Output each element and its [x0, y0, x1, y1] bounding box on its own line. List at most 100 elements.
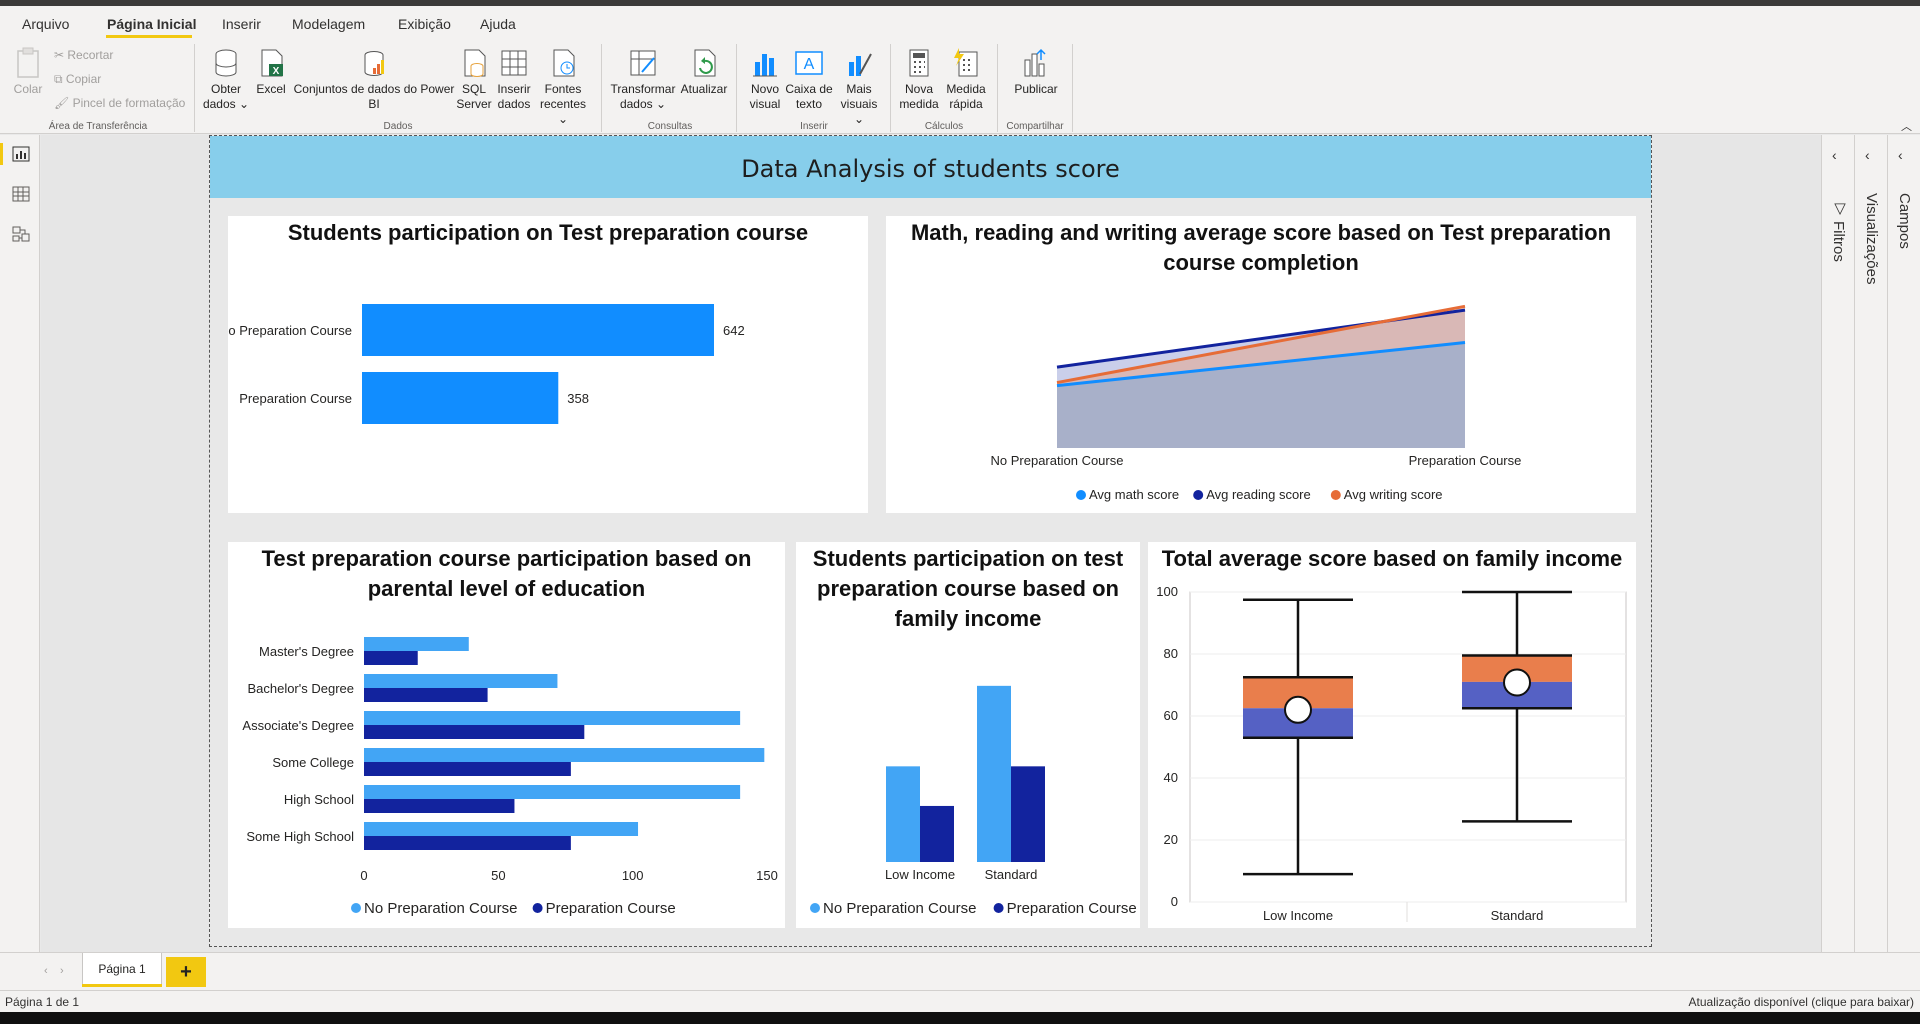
x-tick-label: Preparation Course [1409, 453, 1522, 468]
menu-exibicao[interactable]: Exibição [398, 16, 451, 32]
sql-server-button[interactable]: SQL Server [456, 46, 492, 112]
recent-sources-icon [553, 49, 575, 77]
cut-button[interactable]: ✂ Recortar [54, 48, 113, 62]
menu-ajuda[interactable]: Ajuda [480, 16, 516, 32]
menu-modelagem[interactable]: Modelagem [292, 16, 365, 32]
add-page-button[interactable]: + [166, 957, 206, 987]
more-visuals-button[interactable]: Mais visuais ⌄ [836, 46, 882, 127]
y-tick-label: 80 [1164, 646, 1178, 661]
income-box-plot: 0 20 40 60 80 100 Low Income Standard [1156, 584, 1627, 923]
bar [364, 748, 765, 762]
bar [364, 651, 418, 665]
group-label-queries: Consultas [647, 121, 693, 132]
group-label-clipboard: Área de Transferência [48, 121, 148, 132]
category-label: No Preparation Course [228, 323, 352, 338]
data-view-icon[interactable] [12, 185, 30, 203]
recent-sources-button[interactable]: Fontes recentes ⌄ [534, 46, 592, 127]
visual-income-boxplot[interactable]: Total average score based on family inco… [1148, 542, 1636, 928]
report-title: Data Analysis of students score [741, 155, 1120, 183]
quick-measure-icon [954, 48, 978, 77]
mean-marker [1503, 668, 1531, 697]
chevron-left-icon[interactable]: ‹ [44, 965, 48, 977]
get-data-button[interactable]: Obter dados ⌄ [202, 46, 250, 112]
update-available-link[interactable]: Atualização disponível (clique para baix… [1689, 995, 1914, 1009]
ribbon-separator [1072, 44, 1073, 132]
new-measure-button[interactable]: Nova medida [898, 46, 940, 112]
enter-data-button[interactable]: Inserir dados [494, 46, 534, 112]
x-tick-label: 50 [491, 868, 505, 883]
bar [364, 836, 571, 850]
chevron-right-icon[interactable]: › [60, 965, 64, 977]
menu-inserir[interactable]: Inserir [222, 16, 261, 32]
paste-button[interactable]: Colar [12, 46, 44, 97]
sql-icon [464, 49, 486, 77]
x-tick-label: Low Income [885, 867, 955, 882]
svg-text:X: X [273, 66, 280, 77]
report-view-icon[interactable] [12, 145, 30, 163]
filters-pane[interactable]: ‹ ▽ Filtros [1822, 135, 1855, 952]
bar [977, 685, 1011, 862]
legend-label: Avg reading score [1206, 487, 1311, 502]
chevron-left-icon[interactable]: ‹ [1865, 147, 1870, 163]
scissors-icon: ✂ [54, 48, 68, 62]
visualizations-pane[interactable]: ‹ Visualizações [1855, 135, 1888, 952]
publish-button[interactable]: Publicar [1008, 46, 1064, 97]
ribbon: Colar ✂ Recortar ⧉ Copiar 🖌 Pincel de fo… [0, 38, 1920, 134]
publish-icon [1024, 48, 1046, 77]
collapse-ribbon-icon[interactable]: ︿ [1901, 118, 1912, 134]
view-rail [0, 135, 40, 952]
side-panes: ‹ ▽ Filtros ‹ Visualizações ‹ Campos [1821, 135, 1920, 952]
fields-pane-label: Campos [1896, 193, 1913, 249]
y-tick-label: 20 [1164, 832, 1178, 847]
ribbon-separator [890, 44, 891, 132]
calculator-icon [909, 49, 929, 77]
visual-family-income-column[interactable]: Students participation on test preparati… [796, 542, 1140, 928]
taskbar [0, 1012, 1920, 1024]
table-icon [501, 50, 527, 76]
visual-participation-bar[interactable]: Students participation on Test preparati… [228, 216, 868, 513]
bar [364, 674, 558, 688]
format-painter-button[interactable]: 🖌 Pincel de formatação [54, 96, 185, 110]
report-page: Data Analysis of students score Students… [209, 135, 1652, 947]
data-label: 642 [723, 323, 745, 338]
transform-icon [630, 50, 656, 76]
menu-arquivo[interactable]: Arquivo [22, 16, 69, 32]
x-tick-label: 0 [360, 868, 367, 883]
ribbon-separator [997, 44, 998, 132]
excel-icon: X [261, 49, 283, 77]
group-label-data: Dados [383, 121, 413, 132]
visual-parental-education-bar[interactable]: Test preparation course participation ba… [228, 542, 785, 928]
chevron-left-icon[interactable]: ‹ [1832, 147, 1837, 163]
quick-measure-button[interactable]: Medida rápida [942, 46, 990, 112]
model-view-icon[interactable] [12, 225, 30, 243]
visual-avg-score-area[interactable]: Math, reading and writing average score … [886, 216, 1636, 513]
text-box-button[interactable]: A Caixa de texto [784, 46, 834, 112]
excel-button[interactable]: X Excel [254, 46, 288, 97]
category-label: Some High School [246, 829, 354, 844]
active-view-indicator [0, 143, 3, 165]
group-label-share: Compartilhar [1006, 121, 1064, 132]
svg-text:A: A [804, 56, 815, 73]
copy-button[interactable]: ⧉ Copiar [54, 72, 101, 87]
legend-marker [532, 903, 543, 913]
dataset-icon [364, 51, 384, 76]
page-tab-1[interactable]: Página 1 [82, 953, 162, 986]
x-tick-label: 150 [756, 868, 778, 883]
page-count-status: Página 1 de 1 [5, 995, 80, 1009]
visualizations-pane-label: Visualizações [1863, 193, 1880, 285]
powerbi-datasets-button[interactable]: Conjuntos de dados do Power BI [292, 46, 456, 112]
legend-marker [351, 903, 361, 913]
fields-pane[interactable]: ‹ Campos [1888, 135, 1920, 952]
new-visual-button[interactable]: Novo visual [744, 46, 786, 112]
report-title-banner: Data Analysis of students score [210, 136, 1651, 198]
chevron-left-icon[interactable]: ‹ [1898, 147, 1903, 163]
mean-marker [1284, 695, 1312, 724]
transform-data-button[interactable]: Transformar dados ⌄ [610, 46, 676, 112]
bar [1011, 766, 1045, 862]
filter-icon: ▽ [1831, 199, 1848, 217]
x-tick-label: Standard [985, 867, 1038, 882]
refresh-button[interactable]: Atualizar [678, 46, 730, 97]
plot-area [1189, 591, 1627, 903]
legend-label: Avg writing score [1344, 487, 1443, 502]
menu-pagina-inicial[interactable]: Página Inicial [107, 16, 196, 32]
